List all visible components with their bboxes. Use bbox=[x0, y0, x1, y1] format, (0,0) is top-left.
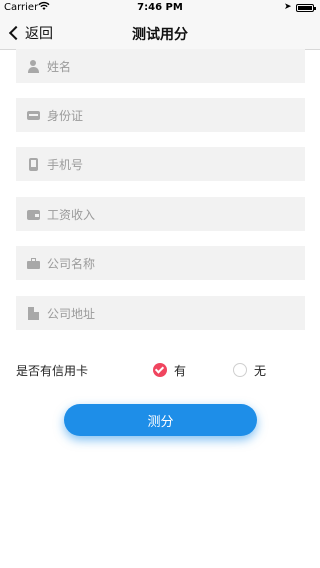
company-name-field-placeholder: 公司名称 bbox=[47, 256, 96, 271]
person-icon bbox=[27, 59, 40, 73]
phone-field-placeholder: 手机号 bbox=[47, 157, 84, 172]
navigation-bar: 返回 测试用分 bbox=[0, 16, 320, 50]
page-title: 测试用分 bbox=[132, 27, 188, 43]
income-field-placeholder: 工资收入 bbox=[47, 207, 96, 222]
id-card-icon bbox=[27, 109, 40, 122]
id-card-field-placeholder: 身份证 bbox=[47, 108, 84, 123]
radio-unchecked-icon[interactable] bbox=[233, 363, 247, 377]
status-time: 7:46 PM bbox=[137, 2, 183, 13]
building-icon bbox=[27, 306, 40, 320]
name-field[interactable]: 姓名 bbox=[16, 49, 305, 83]
phone-field[interactable]: 手机号 bbox=[16, 147, 305, 181]
briefcase-icon bbox=[27, 257, 40, 270]
id-card-field[interactable]: 身份证 bbox=[16, 98, 305, 132]
credit-card-yes-label: 有 bbox=[174, 363, 187, 378]
wallet-icon bbox=[27, 208, 40, 221]
battery-icon bbox=[296, 4, 316, 12]
credit-card-row: 是否有信用卡 有 无 bbox=[16, 361, 306, 379]
phone-icon bbox=[27, 157, 40, 171]
location-arrow-icon: ➤ bbox=[284, 2, 292, 12]
status-bar: Carrier 7:46 PM ➤ bbox=[0, 0, 320, 16]
company-address-field-placeholder: 公司地址 bbox=[47, 306, 96, 321]
radio-checked-icon[interactable] bbox=[153, 363, 167, 377]
credit-card-no-label: 无 bbox=[254, 363, 267, 378]
name-field-placeholder: 姓名 bbox=[47, 59, 72, 74]
submit-score-button[interactable]: 测分 bbox=[64, 404, 257, 436]
credit-card-yes-option[interactable]: 有 bbox=[153, 361, 186, 379]
credit-card-label: 是否有信用卡 bbox=[16, 364, 89, 378]
credit-card-no-option[interactable]: 无 bbox=[233, 361, 266, 379]
company-address-field[interactable]: 公司地址 bbox=[16, 296, 305, 330]
income-field[interactable]: 工资收入 bbox=[16, 197, 305, 231]
company-name-field[interactable]: 公司名称 bbox=[16, 246, 305, 280]
